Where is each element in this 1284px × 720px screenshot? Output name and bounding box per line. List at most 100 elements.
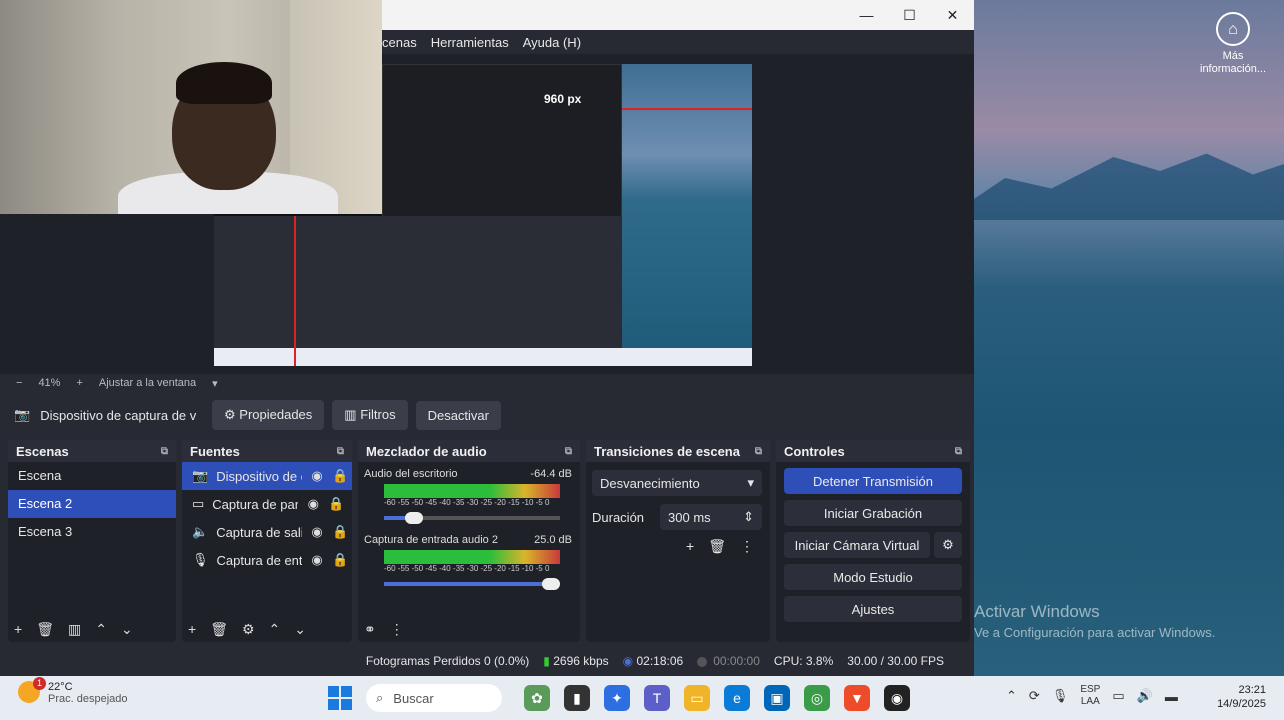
channel-level: -64.4 dB bbox=[530, 468, 572, 480]
desktop-info-icon-item[interactable]: ⌂ Más información... bbox=[1200, 10, 1266, 76]
maximize-button[interactable]: ☐ bbox=[888, 0, 931, 30]
down-arrow-icon[interactable]: ⌄ bbox=[294, 621, 306, 638]
fit-window-label[interactable]: Ajustar a la ventana bbox=[99, 377, 196, 389]
trash-icon[interactable]: 🗑 bbox=[36, 621, 54, 638]
source-item[interactable]: 🔈 Captura de sali ◉ 🔒 bbox=[182, 518, 352, 546]
network-icon[interactable]: ▭ bbox=[1112, 688, 1124, 704]
battery-icon[interactable]: ▬ bbox=[1165, 689, 1178, 704]
meter-scale: -60 -55 -50 -45 -40 -35 -30 -25 -20 -15 … bbox=[384, 498, 550, 507]
source-item[interactable]: ▭ Captura de par ◉ 🔒 bbox=[182, 490, 352, 518]
clock[interactable]: 23:21 14/9/2025 bbox=[1217, 683, 1266, 711]
trash-icon[interactable]: 🗑 bbox=[708, 538, 726, 555]
close-button[interactable]: ✕ bbox=[931, 0, 974, 30]
edge-icon[interactable]: e bbox=[724, 685, 750, 711]
taskbar-search[interactable]: ⌕ Buscar bbox=[366, 684, 502, 712]
properties-button[interactable]: ⚙ Propiedades bbox=[212, 400, 325, 430]
deactivate-button[interactable]: Desactivar bbox=[415, 400, 501, 430]
chevron-down-icon[interactable]: ▾ bbox=[212, 377, 218, 390]
settings-button[interactable]: Ajustes bbox=[784, 596, 962, 622]
info-icon: ⌂ bbox=[1216, 12, 1250, 46]
language-indicator[interactable]: ESP LAA bbox=[1080, 684, 1100, 708]
controls-title: Controles bbox=[784, 443, 845, 459]
link-icon[interactable]: ⚭ bbox=[364, 621, 376, 638]
volume-slider[interactable] bbox=[384, 578, 561, 590]
virtual-camera-button[interactable]: Iniciar Cámara Virtual bbox=[784, 532, 930, 558]
gear-icon[interactable]: ⚙ bbox=[242, 621, 255, 638]
stream-time: ◉ 02:18:06 bbox=[623, 654, 684, 668]
nature-widget-icon[interactable]: ✿ bbox=[524, 685, 550, 711]
source-item[interactable]: 📷 Dispositivo de c ◉ 🔒 bbox=[182, 462, 352, 490]
scene-item[interactable]: Escena 3 bbox=[8, 518, 176, 546]
eye-icon[interactable]: ◉ bbox=[310, 468, 324, 484]
transition-select[interactable]: Desvanecimiento ▾ bbox=[592, 470, 762, 496]
zoom-in-button[interactable]: + bbox=[76, 377, 82, 389]
up-arrow-icon[interactable]: ⌃ bbox=[269, 621, 281, 638]
zoom-out-button[interactable]: − bbox=[16, 377, 22, 389]
eye-icon[interactable]: ◉ bbox=[310, 552, 324, 568]
rec-time: 00:00:00 bbox=[697, 654, 760, 668]
selected-source-name: Dispositivo de captura de v bbox=[40, 407, 197, 423]
folder-icon[interactable]: ▭ bbox=[684, 685, 710, 711]
fps: 30.00 / 30.00 FPS bbox=[847, 654, 944, 668]
wallpaper-mountains bbox=[974, 153, 1284, 220]
filters-button[interactable]: ▥ Filtros bbox=[332, 400, 408, 430]
start-recording-button[interactable]: Iniciar Grabación bbox=[784, 500, 962, 526]
lock-icon[interactable]: 🔒 bbox=[332, 552, 348, 568]
scenes-title: Escenas bbox=[16, 443, 69, 459]
volume-slider[interactable] bbox=[384, 512, 560, 524]
add-icon[interactable]: + bbox=[188, 621, 196, 638]
microphone-icon[interactable]: 🎙 bbox=[1052, 688, 1069, 704]
sync-icon[interactable]: ⟳ bbox=[1029, 688, 1040, 704]
obs-icon[interactable]: ◉ bbox=[884, 685, 910, 711]
rec-time-value: 00:00:00 bbox=[713, 654, 760, 668]
chevron-up-icon[interactable]: ⌃ bbox=[1006, 688, 1017, 704]
chrome-icon[interactable]: ◎ bbox=[804, 685, 830, 711]
studio-mode-button[interactable]: Modo Estudio bbox=[784, 564, 962, 590]
file-manager-icon[interactable]: ▮ bbox=[564, 685, 590, 711]
scene-item-selected[interactable]: Escena 2 bbox=[8, 490, 176, 518]
eye-icon[interactable]: ◉ bbox=[306, 496, 320, 512]
minimize-button[interactable]: — bbox=[845, 0, 888, 30]
lock-icon[interactable]: 🔒 bbox=[328, 496, 344, 512]
down-arrow-icon[interactable]: ⌄ bbox=[121, 621, 133, 638]
slider-knob[interactable] bbox=[542, 578, 561, 590]
stop-stream-button[interactable]: Detener Transmisión bbox=[784, 468, 962, 494]
menu-tools[interactable]: Herramientas bbox=[431, 35, 509, 50]
microphone-icon: 🎙 bbox=[192, 552, 209, 567]
undock-icon[interactable]: ⧉ bbox=[161, 446, 168, 457]
stepper-icon[interactable]: ⇕ bbox=[743, 509, 754, 525]
up-arrow-icon[interactable]: ⌃ bbox=[95, 621, 107, 638]
undock-icon[interactable]: ⧉ bbox=[565, 446, 572, 457]
scene-item[interactable]: Escena bbox=[8, 462, 176, 490]
weather-widget[interactable]: 1 22°C Prac. despejado bbox=[18, 677, 128, 705]
brave-icon[interactable]: ▼ bbox=[844, 685, 870, 711]
more-icon[interactable]: ⋮ bbox=[390, 621, 404, 638]
menu-help[interactable]: Ayuda (H) bbox=[523, 35, 581, 50]
gear-icon[interactable]: ⚙ bbox=[934, 532, 962, 558]
trash-icon[interactable]: 🗑 bbox=[210, 621, 228, 638]
copilot-icon[interactable]: ✦ bbox=[604, 685, 630, 711]
teams-icon[interactable]: T bbox=[644, 685, 670, 711]
store-icon[interactable]: ▣ bbox=[764, 685, 790, 711]
add-icon[interactable]: + bbox=[14, 621, 22, 638]
source-name: Dispositivo de c bbox=[216, 468, 303, 484]
filter-icon[interactable]: ▥ bbox=[68, 621, 81, 638]
windows-start-icon[interactable] bbox=[328, 686, 352, 710]
transitions-dock: Transiciones de escena ⧉ Desvanecimiento … bbox=[586, 440, 770, 642]
duration-input[interactable]: 300 ms ⇕ bbox=[660, 504, 762, 530]
meter-scale: -60 -55 -50 -45 -40 -35 -30 -25 -20 -15 … bbox=[384, 564, 550, 573]
slider-knob[interactable] bbox=[404, 512, 423, 524]
add-icon[interactable]: + bbox=[686, 538, 694, 555]
more-icon[interactable]: ⋮ bbox=[740, 538, 754, 555]
lock-icon[interactable]: 🔒 bbox=[332, 524, 348, 540]
undock-icon[interactable]: ⧉ bbox=[755, 446, 762, 457]
lock-icon[interactable]: 🔒 bbox=[332, 468, 348, 484]
menu-scenes[interactable]: cenas bbox=[382, 35, 417, 50]
volume-icon[interactable]: 🔊 bbox=[1137, 688, 1153, 704]
eye-icon[interactable]: ◉ bbox=[310, 524, 324, 540]
undock-icon[interactable]: ⧉ bbox=[955, 446, 962, 457]
search-icon: ⌕ bbox=[376, 690, 384, 705]
source-item[interactable]: 🎙 Captura de ent ◉ 🔒 bbox=[182, 546, 352, 574]
undock-icon[interactable]: ⧉ bbox=[337, 446, 344, 457]
chevron-down-icon: ▾ bbox=[747, 475, 754, 490]
